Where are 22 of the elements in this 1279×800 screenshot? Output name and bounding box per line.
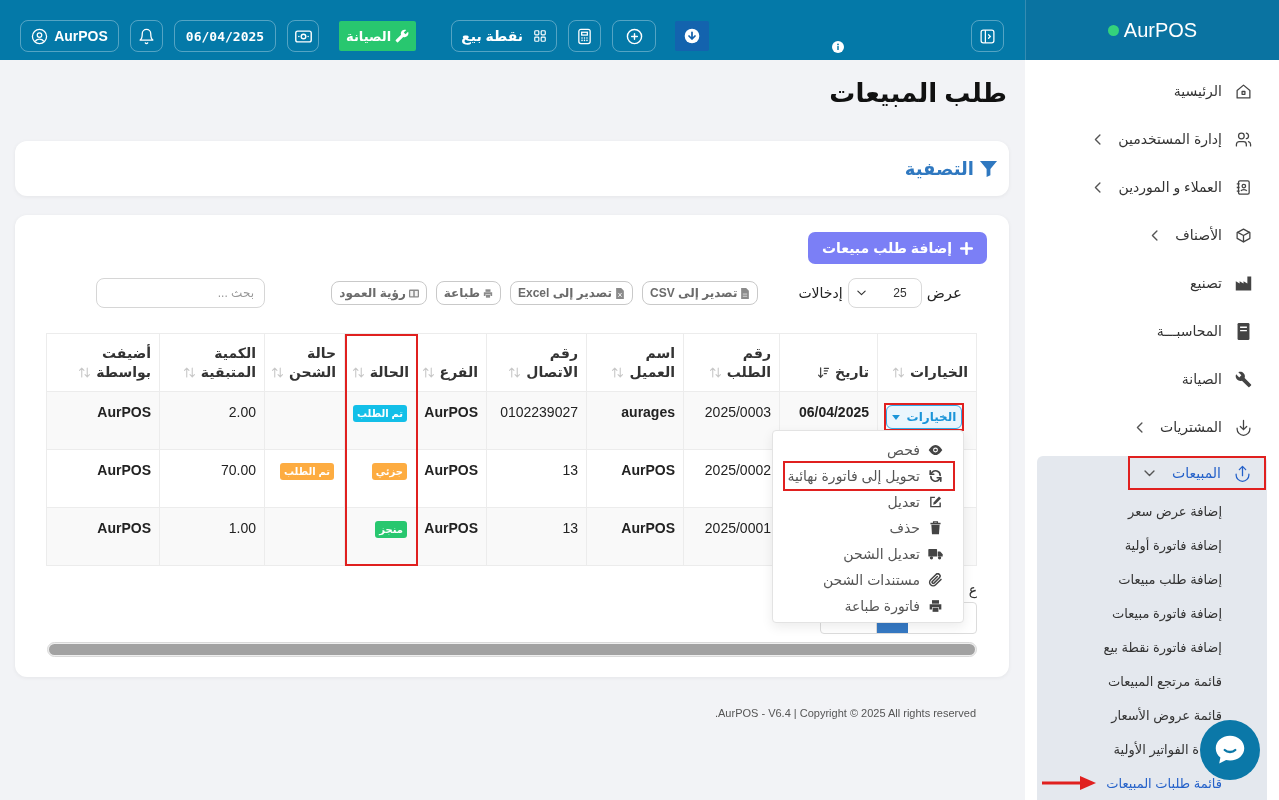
- table-cell: 70.00: [159, 449, 265, 508]
- table-cell: 2.00: [159, 391, 265, 450]
- table-cell: AurPOS: [46, 391, 160, 450]
- show-label: عرض: [926, 284, 962, 302]
- status-badge: تم الطلب: [280, 463, 334, 480]
- entries-info-text: ع: [968, 582, 977, 598]
- table-cell: 13: [486, 449, 587, 508]
- footer-text: AurPOS - V6.4 | Copyright © 2025 All rights reserved.: [714, 707, 976, 719]
- table-cell: 13: [486, 507, 587, 566]
- table-cell: AurPOS: [586, 507, 684, 566]
- status-badge: جزئي: [371, 463, 407, 480]
- table-cell: AurPOS: [46, 507, 160, 566]
- app-logo: AurPOS: [1123, 18, 1198, 42]
- table-cell: aurages: [586, 391, 684, 450]
- table-cell: AurPOS: [46, 449, 160, 508]
- table-cell: 0102239027: [486, 391, 587, 450]
- table-cell: AurPOS: [586, 449, 684, 508]
- entries-label: إدخالات: [798, 285, 843, 301]
- table-cell: 1.00: [159, 507, 265, 566]
- status-badge: منجز: [375, 521, 407, 538]
- page-title: طلب المبيعات: [829, 78, 1007, 108]
- status-badge: تم الطلب: [353, 405, 407, 422]
